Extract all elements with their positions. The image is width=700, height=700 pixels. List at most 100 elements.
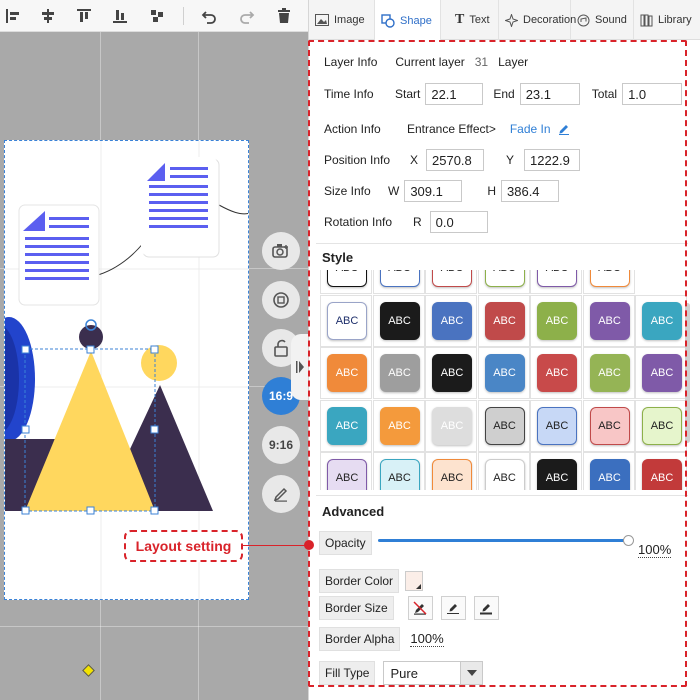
tab-sound[interactable]: Sound — [571, 0, 634, 40]
border-color-button[interactable]: Border Color — [319, 569, 400, 593]
style-swatch[interactable]: ABC — [477, 452, 530, 490]
style-swatch[interactable]: ABC — [530, 294, 582, 347]
total-field[interactable]: 1.0 — [622, 83, 683, 105]
style-swatch[interactable]: ABC — [477, 294, 530, 347]
replace-button[interactable] — [262, 281, 300, 319]
chevron-down-icon — [460, 662, 483, 684]
border-size-button[interactable]: Border Size — [319, 596, 394, 620]
style-swatch[interactable]: ABC — [320, 347, 372, 399]
style-swatch[interactable]: ABC — [320, 399, 372, 452]
style-scrollbar[interactable] — [685, 303, 690, 443]
style-swatch[interactable]: ABC — [635, 347, 687, 399]
tab-label: Library — [658, 14, 692, 26]
style-swatch[interactable]: ABC — [530, 347, 582, 399]
style-swatch[interactable]: ABC — [582, 294, 635, 347]
screenshot-button[interactable] — [262, 232, 300, 270]
no-border-button[interactable] — [407, 596, 433, 620]
keyframe-marker[interactable] — [82, 664, 95, 677]
style-swatch[interactable]: ABC — [530, 399, 582, 452]
style-swatch[interactable]: ABC — [635, 294, 687, 347]
style-swatch[interactable]: ABC — [530, 270, 582, 294]
style-swatch[interactable]: ABC — [320, 270, 372, 294]
style-swatch-chip: ABC — [379, 270, 420, 287]
panel-tabs: Image Shape T Text Decoration Sound Libr… — [309, 0, 700, 41]
style-swatch[interactable]: ABC — [477, 399, 530, 452]
style-swatch-chip: ABC — [642, 354, 682, 392]
opacity-slider-track[interactable] — [378, 539, 628, 542]
effect-value-link[interactable]: Fade In — [510, 122, 551, 136]
style-swatch[interactable]: ABC — [582, 452, 635, 490]
border-alpha-value[interactable]: 100% — [410, 631, 444, 647]
style-swatch-chip: ABC — [484, 354, 525, 392]
style-swatch[interactable]: ABC — [372, 270, 425, 294]
edit-button[interactable] — [262, 475, 300, 513]
delete-icon[interactable] — [273, 5, 295, 27]
style-swatch[interactable]: ABC — [372, 294, 425, 347]
redo-icon[interactable] — [236, 5, 258, 27]
aspect-9-16-button[interactable]: 9:16 — [262, 426, 300, 464]
start-field[interactable]: 22.1 — [425, 83, 484, 105]
x-field[interactable]: 2570.8 — [426, 149, 485, 171]
align-bottom-icon[interactable] — [109, 5, 131, 27]
tab-text[interactable]: T Text — [441, 0, 499, 40]
panel-collapse-handle[interactable] — [291, 334, 309, 400]
rotation-info-label: Rotation Info — [324, 215, 393, 229]
w-label: W — [388, 184, 400, 198]
tab-decoration[interactable]: Decoration — [499, 0, 576, 40]
style-swatch[interactable]: ABC — [425, 399, 477, 452]
style-swatch[interactable]: ABC — [477, 347, 530, 399]
canvas-area[interactable]: 16:9 9:16 — [0, 32, 308, 700]
style-swatch[interactable]: ABC — [530, 452, 582, 490]
callout-dot — [304, 540, 314, 550]
border-alpha-button[interactable]: Border Alpha — [319, 627, 401, 651]
style-swatch[interactable]: ABC — [425, 347, 477, 399]
style-swatch-chip: ABC — [432, 270, 472, 287]
entrance-effect-label[interactable]: Entrance Effect> — [407, 122, 496, 136]
tab-label: Shape — [400, 14, 432, 27]
divider — [316, 243, 688, 244]
callout-connector — [243, 545, 309, 546]
h-field[interactable]: 386.4 — [501, 180, 559, 202]
w-field[interactable]: 309.1 — [404, 180, 463, 202]
tab-image[interactable]: Image — [309, 0, 375, 40]
style-swatch[interactable]: ABC — [425, 294, 477, 347]
style-swatch[interactable]: ABC — [477, 270, 530, 294]
style-swatch[interactable]: ABC — [425, 452, 477, 490]
style-swatch[interactable]: ABC — [320, 452, 372, 490]
opacity-button[interactable]: Opacity — [319, 531, 372, 555]
style-swatch[interactable]: ABC — [635, 399, 687, 452]
style-swatch[interactable]: ABC — [372, 452, 425, 490]
align-top-icon[interactable] — [73, 5, 95, 27]
align-center-icon[interactable] — [37, 5, 59, 27]
style-swatch[interactable]: ABC — [582, 270, 635, 294]
sound-icon — [577, 14, 590, 26]
style-swatch-chip: ABC — [642, 301, 682, 340]
style-swatch[interactable]: ABC — [372, 399, 425, 452]
edit-effect-icon[interactable] — [558, 123, 570, 135]
thick-border-button[interactable] — [473, 596, 499, 620]
end-field[interactable]: 23.1 — [519, 83, 580, 105]
size-info-label: Size Info — [324, 184, 371, 198]
y-field[interactable]: 1222.9 — [524, 149, 581, 171]
style-swatch-chip: ABC — [432, 301, 472, 340]
fill-type-select[interactable]: Pure — [383, 661, 484, 685]
r-field[interactable]: 0.0 — [429, 211, 488, 233]
tab-shape[interactable]: Shape — [375, 0, 441, 41]
style-swatch[interactable]: ABC — [635, 452, 687, 490]
fill-type-button[interactable]: Fill Type — [319, 661, 376, 685]
style-swatch[interactable]: ABC — [320, 294, 372, 347]
thin-border-button[interactable] — [440, 596, 466, 620]
style-swatch[interactable]: ABC — [582, 347, 635, 399]
position-info-row: Position Info X 2570.8 Y 1222.9 — [324, 148, 581, 172]
style-swatch-chip: ABC — [642, 406, 682, 445]
opacity-slider-knob[interactable] — [623, 535, 634, 546]
style-swatch[interactable]: ABC — [425, 270, 477, 294]
border-color-swatch[interactable] — [405, 571, 424, 591]
style-swatch-chip: ABC — [537, 459, 577, 490]
tab-library[interactable]: Library — [634, 0, 700, 40]
undo-icon[interactable] — [198, 5, 220, 27]
style-swatch[interactable]: ABC — [372, 347, 425, 399]
style-swatch[interactable]: ABC — [582, 399, 635, 452]
align-left-icon[interactable] — [2, 5, 24, 27]
distribute-icon[interactable] — [146, 5, 168, 27]
